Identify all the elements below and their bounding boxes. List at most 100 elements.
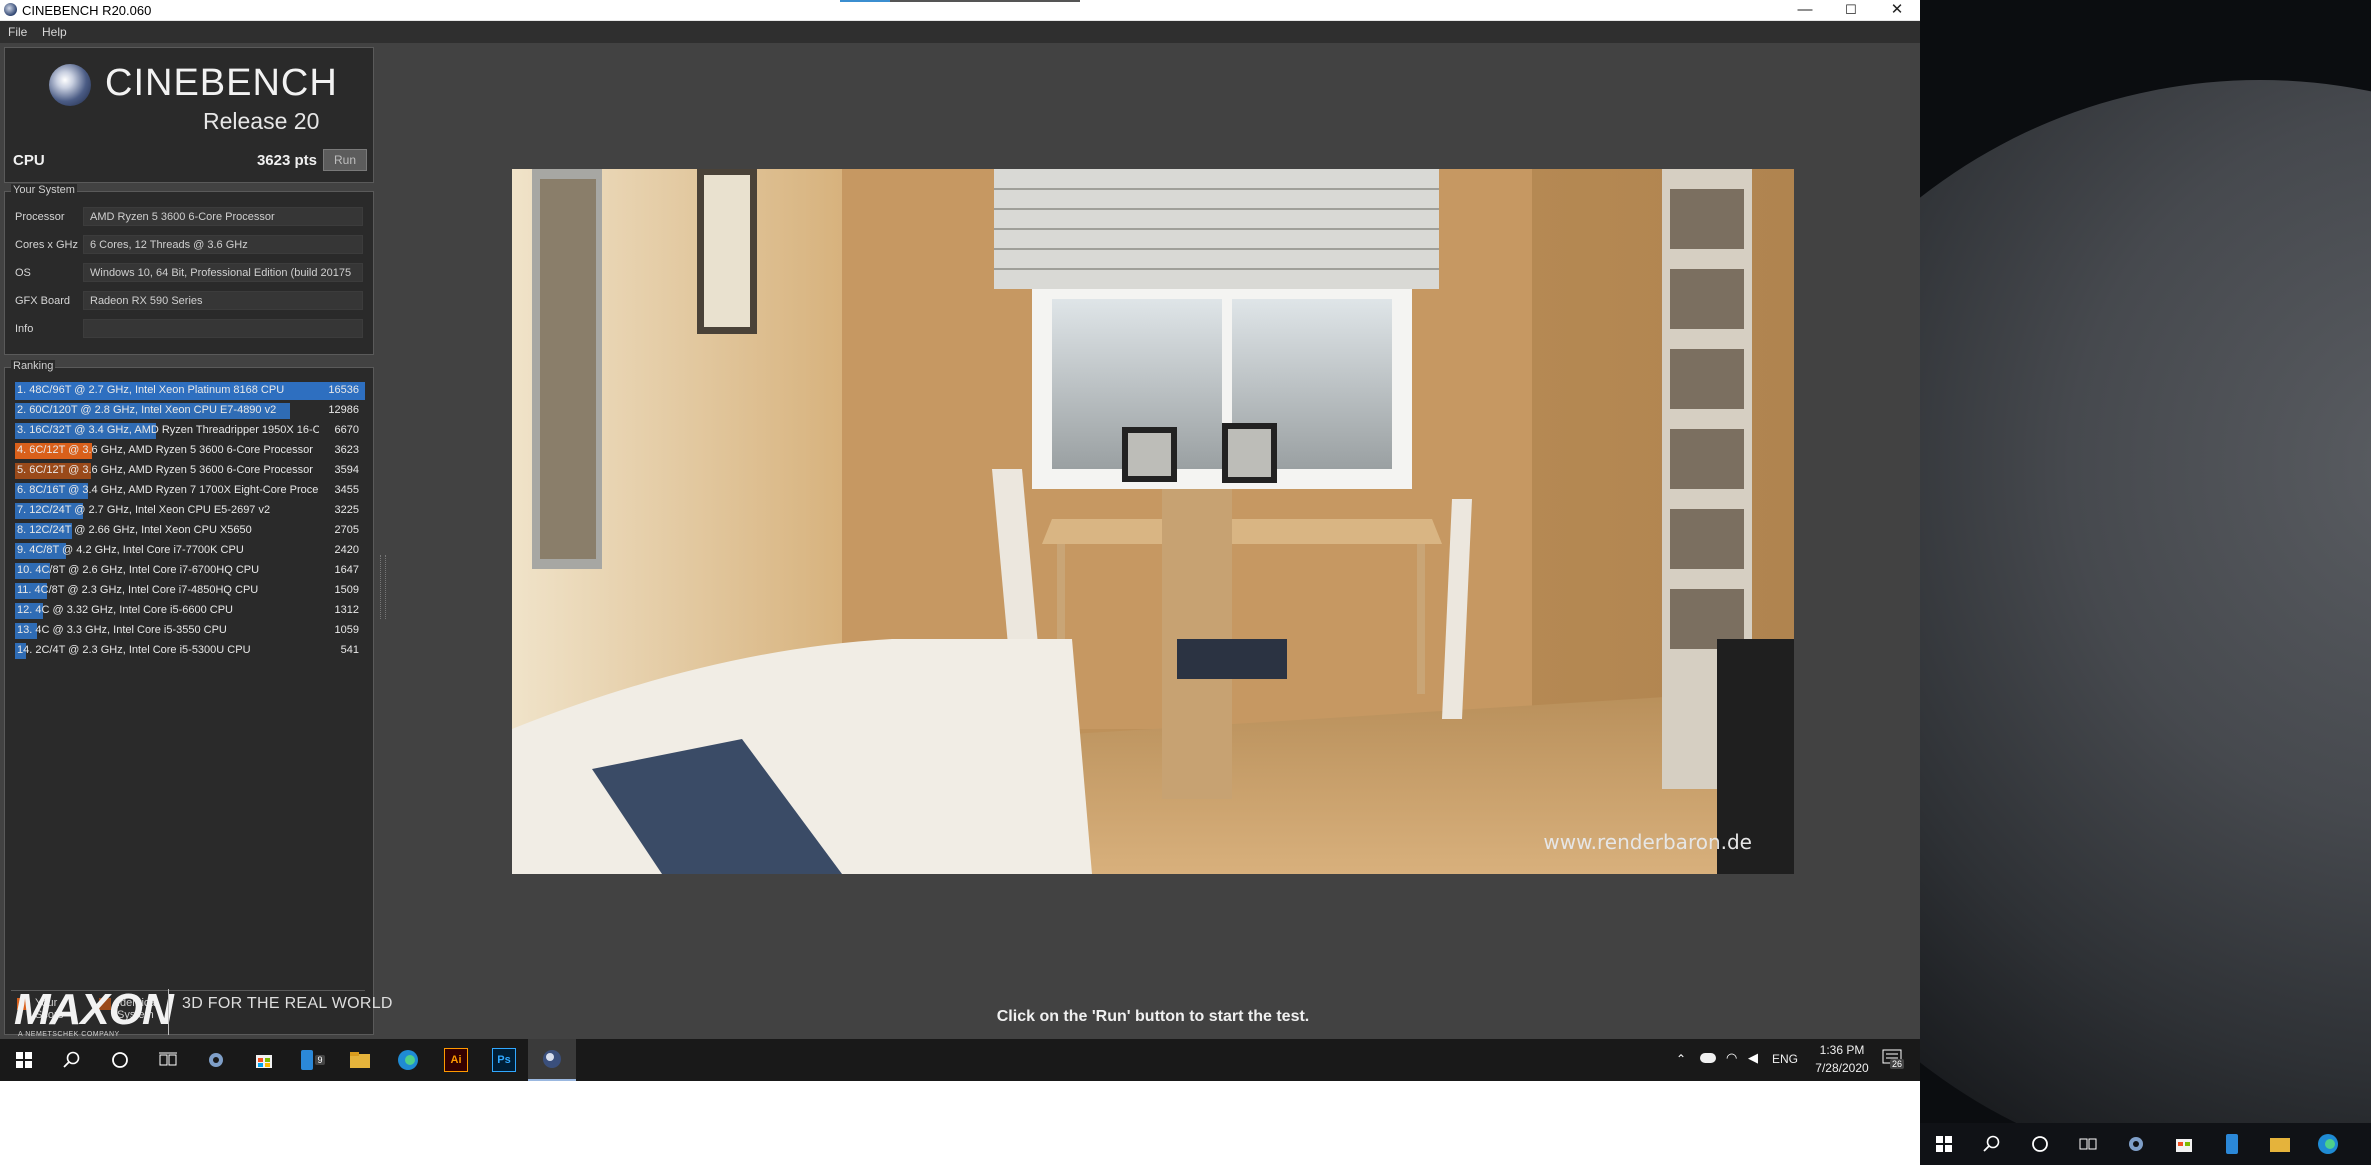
network-icon[interactable]: ◠ [1726,1050,1737,1066]
illustrator-icon[interactable]: Ai [432,1039,480,1081]
maximize-button[interactable]: ☐ [1828,0,1874,20]
secondary-file-explorer-icon[interactable] [2256,1123,2304,1165]
ranking-row[interactable]: 8. 12C/24T @ 2.66 GHz, Intel Xeon CPU X5… [15,522,365,540]
windows-start-icon[interactable] [0,1039,48,1081]
cinebench-logo-icon [49,64,91,106]
ranking-row-label: 3. 16C/32T @ 3.4 GHz, AMD Ryzen Threadri… [17,424,319,436]
processor-label: Processor [15,211,65,223]
photoshop-icon[interactable]: Ps [480,1039,528,1081]
info-label: Info [15,323,34,335]
menu-help[interactable]: Help [42,25,67,39]
volume-icon[interactable]: ◀ [1748,1050,1758,1066]
onedrive-icon[interactable] [1700,1053,1716,1063]
render-watermark: www.renderbaron.de [1543,830,1752,854]
logo-name: CINEBENCH [105,62,338,104]
secondary-phone-icon[interactable] [2208,1123,2256,1165]
status-message: Click on the 'Run' button to start the t… [996,1008,1310,1025]
system-panel-header: Your System [11,184,77,196]
menu-file[interactable]: File [8,25,27,39]
run-button[interactable]: Run [323,149,367,171]
ranking-row[interactable]: 9. 4C/8T @ 4.2 GHz, Intel Core i7-7700K … [15,542,365,560]
panel-resize-grip[interactable] [380,555,386,619]
secondary-task-view-icon[interactable] [2064,1123,2112,1165]
secondary-search-icon[interactable] [1968,1123,2016,1165]
info-field[interactable] [83,319,363,338]
secondary-store-icon[interactable] [2160,1123,2208,1165]
cpu-label: CPU [13,152,45,169]
file-explorer-icon[interactable] [336,1039,384,1081]
maxon-sub: A NEMETSCHEK COMPANY [18,1031,120,1038]
gfx-label: GFX Board [15,295,71,307]
menu-bar: File Help [0,21,1920,43]
ranking-row-label: 13. 4C @ 3.3 GHz, Intel Core i5-3550 CPU [17,624,227,636]
secondary-settings-icon[interactable] [2112,1123,2160,1165]
clock-date[interactable]: 7/28/2020 [1810,1061,1874,1075]
ranking-row[interactable]: 1. 48C/96T @ 2.7 GHz, Intel Xeon Platinu… [15,382,365,400]
tray-overflow-icon[interactable]: ⌃ [1676,1052,1686,1066]
task-view-icon[interactable] [144,1039,192,1081]
ranking-row[interactable]: 7. 12C/24T @ 2.7 GHz, Intel Xeon CPU E5-… [15,502,365,520]
secondary-start-icon[interactable] [1920,1123,1968,1165]
ranking-row-label: 10. 4C/8T @ 2.6 GHz, Intel Core i7-6700H… [17,564,260,576]
ranking-row-score: 16536 [328,384,359,396]
logo-panel: CINEBENCH Release 20 CPU 3623 pts Run [4,47,374,183]
secondary-cortana-icon[interactable] [2016,1123,2064,1165]
ranking-row[interactable]: 14. 2C/4T @ 2.3 GHz, Intel Core i5-5300U… [15,642,365,660]
cores-value: 6 Cores, 12 Threads @ 3.6 GHz [83,235,363,254]
ranking-row[interactable]: 10. 4C/8T @ 2.6 GHz, Intel Core i7-6700H… [15,562,365,580]
ranking-row-label: 4. 6C/12T @ 3.6 GHz, AMD Ryzen 5 3600 6-… [17,444,313,456]
ranking-row-label: 6. 8C/16T @ 3.4 GHz, AMD Ryzen 7 1700X E… [17,484,319,496]
close-button[interactable]: ✕ [1874,0,1920,20]
ranking-row-label: 12. 4C @ 3.32 GHz, Intel Core i5-6600 CP… [17,604,233,616]
ranking-row-score: 541 [340,644,359,656]
ranking-row[interactable]: 13. 4C @ 3.3 GHz, Intel Core i5-3550 CPU… [15,622,365,640]
phone-icon[interactable]: 9 [288,1039,336,1081]
ranking-row[interactable]: 3. 16C/32T @ 3.4 GHz, AMD Ryzen Threadri… [15,422,365,440]
window-title: CINEBENCH R20.060 [22,3,152,18]
ranking-panel-header: Ranking [11,360,56,372]
ranking-row-score: 1509 [334,584,359,596]
minimize-button[interactable]: — [1782,0,1828,20]
store-icon[interactable] [240,1039,288,1081]
window-title-bar: CINEBENCH R20.060 — ☐ ✕ [0,0,1920,21]
screen-empty-area [0,1081,1920,1165]
windows-taskbar: 9 Ai Ps ⌃ ◠ ◀ ENG 1:36 PM 7/28/2020 26 [0,1039,1920,1081]
maxon-divider [168,989,169,1035]
language-indicator[interactable]: ENG [1772,1052,1798,1066]
ranking-row-score: 3455 [334,484,359,496]
processor-value: AMD Ryzen 5 3600 6-Core Processor [83,207,363,226]
ranking-row-label: 7. 12C/24T @ 2.7 GHz, Intel Xeon CPU E5-… [17,504,271,516]
title-progress-indicator [840,0,1080,2]
clock-time[interactable]: 1:36 PM [1810,1043,1874,1057]
ranking-row-label: 14. 2C/4T @ 2.3 GHz, Intel Core i5-5300U… [17,644,251,656]
notification-count: 26 [1890,1059,1905,1069]
ranking-row-score: 6670 [334,424,359,436]
os-value: Windows 10, 64 Bit, Professional Edition… [83,263,363,282]
ranking-row-score: 2705 [334,524,359,536]
phone-badge: 9 [315,1055,325,1065]
ranking-row[interactable]: 6. 8C/16T @ 3.4 GHz, AMD Ryzen 7 1700X E… [15,482,365,500]
ranking-row-label: 5. 6C/12T @ 3.6 GHz, AMD Ryzen 5 3600 6-… [17,464,313,476]
room-render-image: www.renderbaron.de [512,169,1794,874]
ranking-row[interactable]: 5. 6C/12T @ 3.6 GHz, AMD Ryzen 5 3600 6-… [15,462,365,480]
edge-icon[interactable] [384,1039,432,1081]
ranking-row-score: 3225 [334,504,359,516]
cortana-icon[interactable] [96,1039,144,1081]
settings-icon[interactable] [192,1039,240,1081]
os-label: OS [15,267,31,279]
death-star-wallpaper-image [1920,80,2371,1165]
cinebench-icon[interactable] [528,1039,576,1081]
ranking-row[interactable]: 11. 4C/8T @ 2.3 GHz, Intel Core i7-4850H… [15,582,365,600]
notification-center-icon[interactable]: 26 [1882,1049,1906,1069]
render-preview: www.renderbaron.de [512,169,1794,874]
desktop-wallpaper [1920,0,2371,1165]
ranking-row[interactable]: 2. 60C/120T @ 2.8 GHz, Intel Xeon CPU E7… [15,402,365,420]
ranking-row-score: 3594 [334,464,359,476]
secondary-edge-icon[interactable] [2304,1123,2352,1165]
ranking-row-score: 1647 [334,564,359,576]
ranking-row[interactable]: 4. 6C/12T @ 3.6 GHz, AMD Ryzen 5 3600 6-… [15,442,365,460]
ranking-row[interactable]: 12. 4C @ 3.32 GHz, Intel Core i5-6600 CP… [15,602,365,620]
maxon-logo: MAXON [14,985,174,1034]
ranking-row-label: 1. 48C/96T @ 2.7 GHz, Intel Xeon Platinu… [17,384,285,396]
search-icon[interactable] [48,1039,96,1081]
